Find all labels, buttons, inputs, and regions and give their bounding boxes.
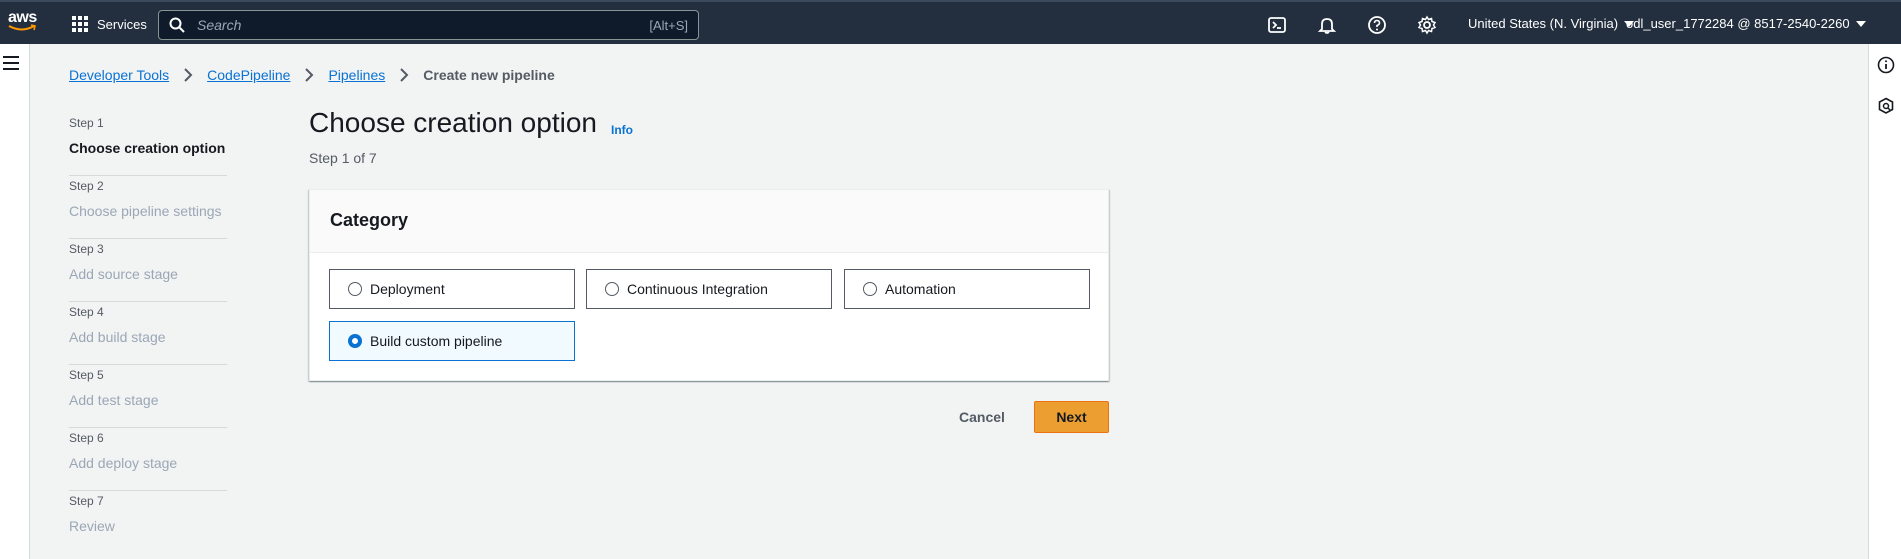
breadcrumb-codepipeline[interactable]: CodePipeline xyxy=(207,67,290,83)
category-container: Category Deployment Continuous Integrati… xyxy=(309,189,1109,381)
search-bar[interactable]: [Alt+S] xyxy=(158,10,699,40)
search-icon xyxy=(169,17,185,33)
aws-logo[interactable]: aws xyxy=(8,10,38,36)
tile-label: Automation xyxy=(885,281,956,297)
settings-icon[interactable] xyxy=(1417,15,1437,35)
step-number: Step 3 xyxy=(69,242,104,256)
chevron-right-icon xyxy=(305,68,314,82)
tile-build-custom-pipeline[interactable]: Build custom pipeline xyxy=(329,321,575,361)
wizard-step-1: Step 1 Choose creation option xyxy=(69,113,227,176)
wizard-step-7: Step 7 Review xyxy=(69,491,227,554)
menu-icon[interactable] xyxy=(3,56,19,70)
account-label: odl_user_1772284 @ 8517-2540-2260 xyxy=(1626,16,1850,31)
chevron-right-icon xyxy=(400,68,409,82)
account-caret-icon xyxy=(1855,20,1866,27)
wizard-step-5: Step 5 Add test stage xyxy=(69,365,227,428)
step-title: Choose creation option xyxy=(69,140,226,156)
step-number: Step 6 xyxy=(69,431,104,445)
page-title: Choose creation option xyxy=(309,107,597,138)
step-progress: Step 1 of 7 xyxy=(309,150,377,166)
resource-panel-icon[interactable] xyxy=(1877,97,1895,115)
tile-label: Deployment xyxy=(370,281,445,297)
wizard-step-6: Step 6 Add deploy stage xyxy=(69,428,227,491)
step-title: Add source stage xyxy=(69,266,178,282)
breadcrumb-developer-tools[interactable]: Developer Tools xyxy=(69,67,169,83)
step-number: Step 5 xyxy=(69,368,104,382)
step-title: Add deploy stage xyxy=(69,455,178,471)
help-icon[interactable] xyxy=(1367,15,1387,35)
wizard-step-4: Step 4 Add build stage xyxy=(69,302,227,365)
breadcrumb-pipelines[interactable]: Pipelines xyxy=(328,67,385,83)
chevron-right-icon xyxy=(184,68,193,82)
step-number: Step 2 xyxy=(69,179,104,193)
cancel-button[interactable]: Cancel xyxy=(943,401,1021,433)
left-rail xyxy=(0,44,30,559)
tile-automation[interactable]: Automation xyxy=(844,269,1090,309)
breadcrumb: Developer Tools CodePipeline Pipelines C… xyxy=(69,67,555,83)
account-menu[interactable]: odl_user_1772284 @ 8517-2540-2260 xyxy=(1626,16,1866,31)
radio-button[interactable] xyxy=(605,282,619,296)
search-input[interactable] xyxy=(197,17,650,33)
services-menu-button[interactable]: Services xyxy=(72,12,147,36)
region-label: United States (N. Virginia) xyxy=(1468,16,1619,31)
region-selector[interactable]: United States (N. Virginia) xyxy=(1468,16,1635,31)
step-title: Review xyxy=(69,518,115,534)
aws-logo-text: aws xyxy=(8,9,37,26)
info-link[interactable]: Info xyxy=(611,123,633,137)
step-title: Add build stage xyxy=(69,329,166,345)
radio-button[interactable] xyxy=(348,282,362,296)
tile-label: Build custom pipeline xyxy=(370,333,503,349)
radio-button[interactable] xyxy=(863,282,877,296)
tile-label: Continuous Integration xyxy=(627,281,768,297)
step-title: Add test stage xyxy=(69,392,159,408)
cloudshell-icon[interactable] xyxy=(1267,15,1287,35)
search-shortcut: [Alt+S] xyxy=(649,17,688,33)
tile-continuous-integration[interactable]: Continuous Integration xyxy=(586,269,832,309)
radio-button-selected[interactable] xyxy=(348,334,362,348)
breadcrumb-current: Create new pipeline xyxy=(423,67,555,83)
services-label: Services xyxy=(97,16,147,32)
notifications-icon[interactable] xyxy=(1317,15,1337,35)
right-rail xyxy=(1868,44,1901,559)
next-button[interactable]: Next xyxy=(1034,401,1109,433)
step-title: Choose pipeline settings xyxy=(69,203,222,219)
step-number: Step 4 xyxy=(69,305,104,319)
info-panel-icon[interactable] xyxy=(1877,56,1895,74)
step-number: Step 7 xyxy=(69,494,104,508)
wizard-steps: Step 1 Choose creation option Step 2 Cho… xyxy=(69,113,229,554)
step-number: Step 1 xyxy=(69,116,104,130)
tile-deployment[interactable]: Deployment xyxy=(329,269,575,309)
wizard-step-3: Step 3 Add source stage xyxy=(69,239,227,302)
category-header: Category xyxy=(310,190,1108,253)
wizard-step-2: Step 2 Choose pipeline settings xyxy=(69,176,227,239)
services-grid-icon xyxy=(72,16,88,32)
top-navigation: aws Services [Alt+S] Uni xyxy=(0,0,1901,44)
